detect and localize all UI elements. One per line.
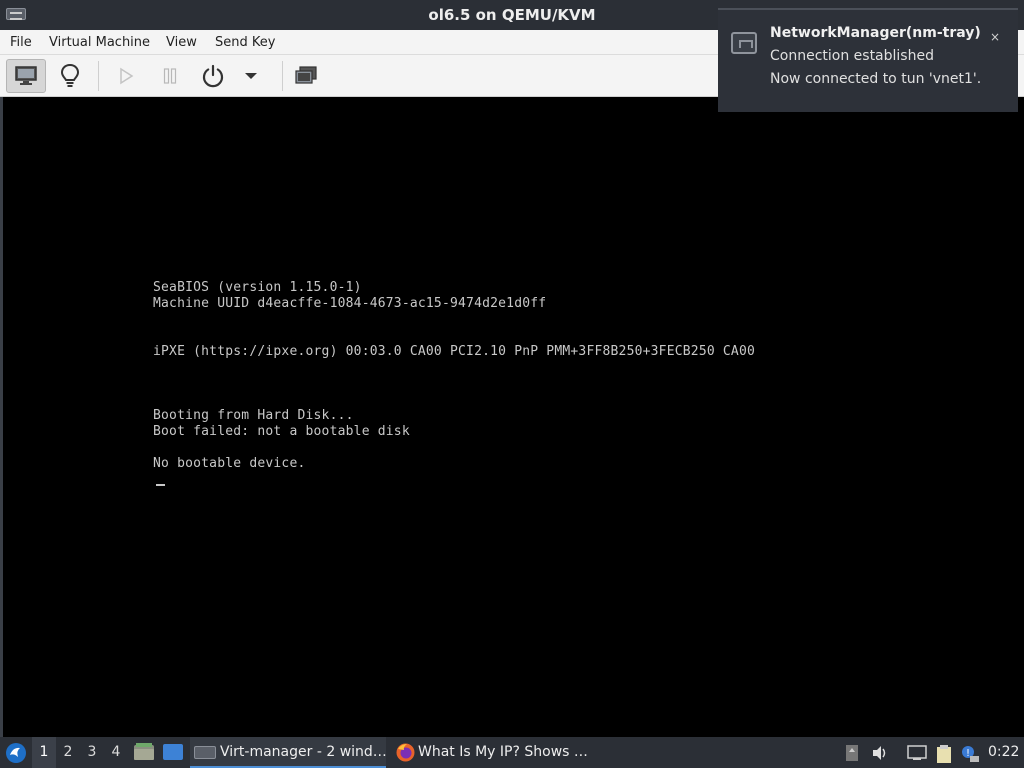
file-manager-launcher[interactable] bbox=[133, 742, 155, 762]
toolbar-separator bbox=[282, 61, 283, 91]
run-button[interactable] bbox=[106, 59, 146, 93]
console-line-ipxe: iPXE (https://ipxe.org) 00:03.0 CA00 PCI… bbox=[153, 344, 755, 359]
show-details-button[interactable] bbox=[50, 59, 90, 93]
console-line-boot-failed: Boot failed: not a bootable disk bbox=[153, 424, 410, 439]
task-firefox[interactable]: What Is My IP? Shows … bbox=[392, 737, 592, 768]
lubuntu-logo-icon bbox=[6, 743, 26, 763]
show-desktop-icon bbox=[163, 744, 183, 760]
desktop-launcher[interactable] bbox=[162, 743, 184, 762]
console-line-uuid: Machine UUID d4eacffe-1084-4673-ac15-947… bbox=[153, 296, 547, 311]
notification-detail: Now connected to tun 'vnet1'. bbox=[770, 71, 982, 87]
workspace-1[interactable]: 1 bbox=[32, 737, 56, 768]
folder-icon bbox=[134, 743, 154, 760]
task-label: Virt-manager - 2 wind… bbox=[220, 744, 386, 760]
menu-send-key[interactable]: Send Key bbox=[215, 35, 275, 50]
workspace-2[interactable]: 2 bbox=[56, 737, 80, 768]
fullscreen-button[interactable] bbox=[286, 59, 326, 93]
notification-message: Connection established bbox=[770, 48, 934, 64]
clipboard-icon[interactable] bbox=[934, 744, 952, 763]
task-label: What Is My IP? Shows … bbox=[418, 744, 588, 760]
console-line-seabios: SeaBIOS (version 1.15.0-1) bbox=[153, 280, 362, 295]
virt-manager-icon bbox=[194, 746, 216, 759]
text-cursor bbox=[156, 484, 165, 486]
notification-popup[interactable]: NetworkManager(nm-tray) Connection estab… bbox=[718, 8, 1018, 112]
shutdown-menu-button[interactable] bbox=[236, 59, 266, 93]
start-menu-button[interactable] bbox=[4, 741, 28, 765]
pause-button[interactable] bbox=[150, 59, 190, 93]
close-icon[interactable]: × bbox=[986, 28, 1004, 46]
chevron-down-icon bbox=[245, 73, 257, 79]
volume-icon[interactable] bbox=[871, 744, 889, 762]
workspace-4[interactable]: 4 bbox=[104, 737, 128, 768]
console-line-booting: Booting from Hard Disk... bbox=[153, 408, 354, 423]
clock[interactable]: 0:22 bbox=[988, 737, 1019, 768]
firefox-icon bbox=[396, 743, 415, 762]
show-console-button[interactable] bbox=[6, 59, 46, 93]
vm-console-display[interactable]: SeaBIOS (version 1.15.0-1) Machine UUID … bbox=[3, 97, 1024, 737]
lightbulb-icon bbox=[60, 63, 80, 87]
play-icon bbox=[120, 67, 134, 85]
svg-text:!: ! bbox=[966, 748, 970, 759]
taskbar: 1 2 3 4 Virt-manager - 2 wind… What Is M… bbox=[0, 737, 1024, 768]
notification-title: NetworkManager(nm-tray) bbox=[770, 25, 981, 41]
task-virt-manager[interactable]: Virt-manager - 2 wind… bbox=[190, 737, 386, 768]
power-icon bbox=[202, 64, 224, 88]
monitor-icon bbox=[15, 66, 37, 85]
console-line-no-bootable: No bootable device. bbox=[153, 456, 306, 471]
menu-virtual-machine[interactable]: Virtual Machine bbox=[49, 35, 150, 50]
shutdown-button[interactable] bbox=[193, 59, 233, 93]
fullscreen-icon bbox=[295, 66, 317, 84]
network-icon bbox=[731, 32, 757, 54]
workspace-3[interactable]: 3 bbox=[80, 737, 104, 768]
pause-icon bbox=[163, 68, 177, 84]
menu-file[interactable]: File bbox=[10, 35, 32, 50]
menu-view[interactable]: View bbox=[166, 35, 197, 50]
update-notifier-icon[interactable]: ! bbox=[960, 744, 979, 762]
network-tray-icon[interactable] bbox=[907, 744, 927, 762]
toolbar-separator bbox=[98, 61, 99, 91]
tray-storage-icon[interactable] bbox=[843, 744, 861, 762]
